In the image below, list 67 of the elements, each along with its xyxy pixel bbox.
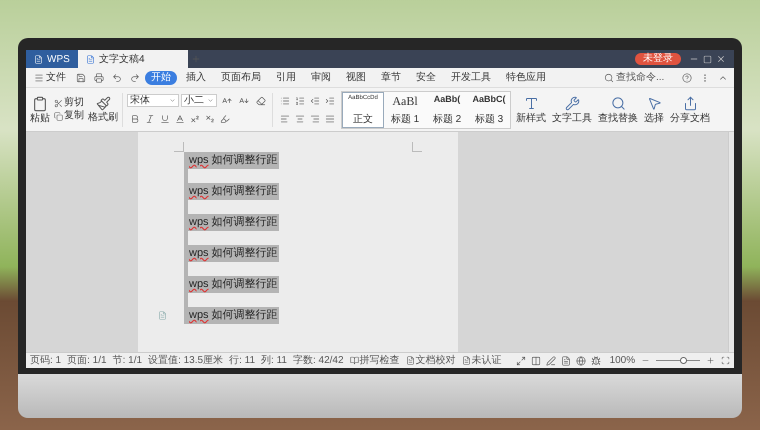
wrench-icon <box>564 96 580 110</box>
caret-icon <box>207 97 214 104</box>
zoom-thumb[interactable] <box>680 357 688 364</box>
ribbon-tool-button[interactable]: 分享文档 <box>669 96 711 124</box>
book-icon <box>350 356 359 365</box>
clipboard-icon <box>32 96 48 112</box>
status-text: 页码: 1 <box>30 356 62 366</box>
caret-icon <box>169 97 176 104</box>
status-text: 页面: 1/1 <box>67 356 107 366</box>
menu-icon[interactable] <box>34 72 44 82</box>
document-icon <box>86 54 95 64</box>
file-menu[interactable]: 文件 <box>30 70 70 85</box>
zoom-in-icon[interactable] <box>706 356 715 365</box>
ribbon-tab[interactable]: 审阅 <box>305 70 337 84</box>
proofread-button[interactable]: 文档校对 <box>406 356 456 366</box>
search-icon <box>604 72 614 82</box>
zoom-percent[interactable]: 100% <box>610 356 636 366</box>
font-name-field[interactable]: 宋体 <box>127 94 179 107</box>
close-icon[interactable] <box>716 54 726 64</box>
format-painter-button[interactable]: 格式刷 <box>88 96 118 123</box>
ribbon-tool-button[interactable]: 文字工具 <box>551 96 593 124</box>
margin-mark <box>412 142 422 152</box>
ribbon-tool-button[interactable]: 查找替换 <box>597 96 639 124</box>
ribbon-tab[interactable]: 页面布局 <box>215 70 267 84</box>
letters-icon <box>524 96 538 110</box>
document-icon <box>34 54 43 64</box>
ribbon-tab[interactable]: 开发工具 <box>445 70 497 84</box>
status-text: 列: 11 <box>261 356 287 366</box>
spell-check-button[interactable]: 拼写检查 <box>350 356 400 366</box>
scissors-icon <box>54 98 63 108</box>
style-preset[interactable]: AaBb( 标题 2 <box>426 92 468 128</box>
vertical-scrollbar[interactable] <box>728 132 734 352</box>
paste-button[interactable]: 粘贴 <box>30 96 50 124</box>
maximize-icon[interactable] <box>703 54 712 64</box>
ribbon-tab[interactable]: 引用 <box>270 70 302 84</box>
ribbon-tab[interactable]: 章节 <box>375 70 407 84</box>
ribbon-tab[interactable]: 开始 <box>145 70 177 84</box>
ribbon-tool-button[interactable]: 选择 <box>643 96 665 124</box>
document-icon <box>406 356 415 365</box>
style-preset[interactable]: AaBbC( 标题 3 <box>468 92 510 128</box>
fit-icon[interactable] <box>721 356 730 365</box>
search-icon <box>610 96 626 110</box>
ribbon-tab[interactable]: 特色应用 <box>500 70 552 84</box>
share-icon <box>682 96 698 110</box>
paintbrush-icon <box>96 96 110 111</box>
status-text: 行: 11 <box>229 356 256 366</box>
document-tab[interactable]: WPS <box>26 50 78 68</box>
ribbon-tool-button[interactable]: 新样式 <box>515 96 547 124</box>
cut-button[interactable]: 剪切 <box>54 98 84 108</box>
margin-mark <box>174 142 184 152</box>
copy-button[interactable]: 复制 <box>54 111 84 121</box>
style-preset[interactable]: AaBl 标题 1 <box>384 92 426 128</box>
status-text: 字数: 42/42 <box>292 356 344 366</box>
status-text: 设置值: 13.5厘米 <box>148 356 224 366</box>
document-icon <box>462 356 471 365</box>
font-size-field[interactable]: 小二 <box>181 94 217 107</box>
command-search-field[interactable]: 查找命令... <box>604 70 676 85</box>
login-button[interactable]: 未登录 <box>635 53 681 65</box>
ribbon-tab[interactable]: 安全 <box>410 70 442 84</box>
ribbon-tab[interactable]: 插入 <box>180 70 212 84</box>
status-text: 节: 1/1 <box>112 356 142 366</box>
certification-button[interactable]: 未认证 <box>462 356 502 366</box>
pointer-icon <box>646 96 662 110</box>
document-tab[interactable]: 文字文稿4 <box>78 50 188 68</box>
ribbon-tab[interactable]: 视图 <box>340 70 372 84</box>
copy-icon <box>54 112 63 120</box>
command-search-input[interactable]: 查找命令... <box>616 70 676 85</box>
